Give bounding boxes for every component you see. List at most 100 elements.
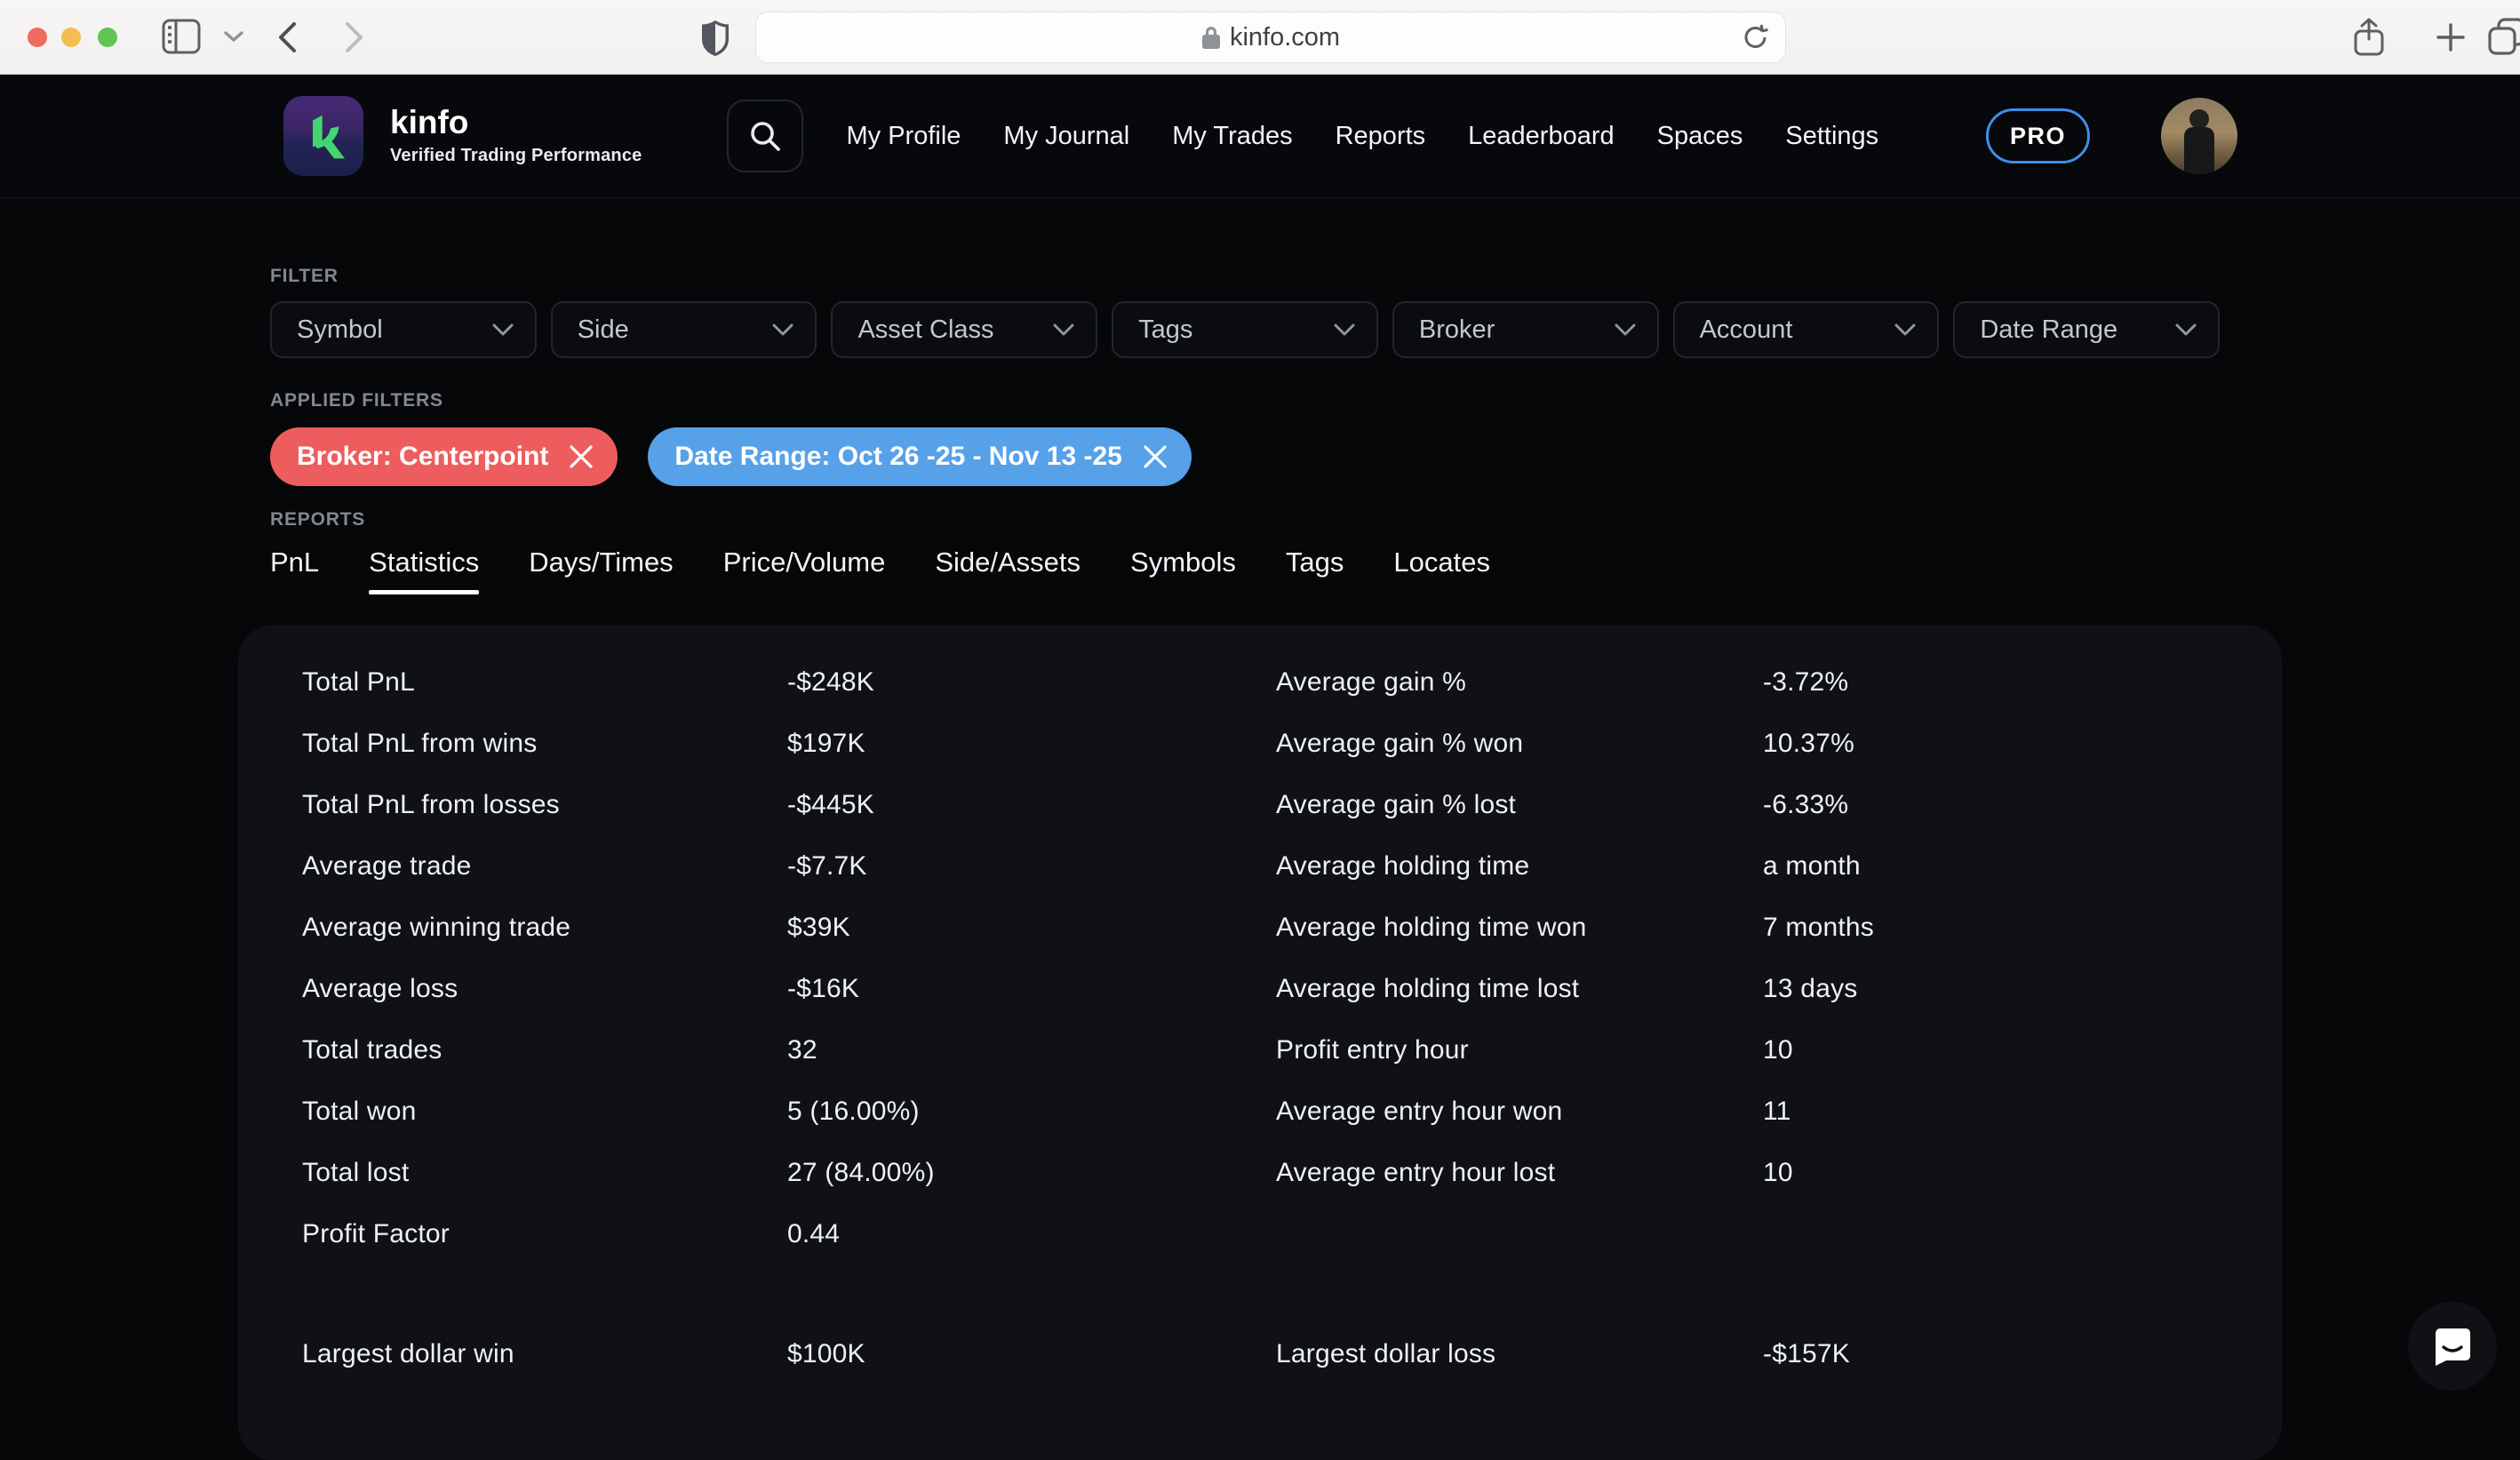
privacy-shield-icon[interactable] bbox=[700, 20, 730, 57]
filter-dropdown-asset-class[interactable]: Asset Class bbox=[831, 301, 1097, 358]
tab-overview-icon[interactable] bbox=[2488, 18, 2520, 57]
stat-value: $39K bbox=[787, 913, 1276, 943]
stat-value: 10 bbox=[1763, 1158, 2229, 1188]
tab-active-underline bbox=[1130, 590, 1236, 594]
applied-filter-chip[interactable]: Date Range: Oct 26 -25 - Nov 13 -25 bbox=[648, 427, 1192, 486]
chevron-down-icon bbox=[1615, 323, 1636, 337]
dropdown-label: Tags bbox=[1138, 315, 1192, 345]
stat-value: 5 (16.00%) bbox=[787, 1097, 1276, 1127]
back-button-icon[interactable] bbox=[277, 21, 297, 53]
filter-dropdown-date-range[interactable]: Date Range bbox=[1953, 301, 2220, 358]
stat-label: Average holding time lost bbox=[1276, 974, 1763, 1004]
stat-row: Average loss-$16KAverage holding time lo… bbox=[302, 958, 2229, 1019]
sidebar-toggle-icon[interactable] bbox=[162, 19, 201, 54]
sidebar-chevron-down-icon[interactable] bbox=[224, 30, 243, 43]
window-close-button[interactable] bbox=[28, 28, 47, 47]
remove-filter-icon[interactable] bbox=[568, 443, 594, 470]
chevron-down-icon bbox=[1894, 323, 1916, 337]
filter-dropdown-account[interactable]: Account bbox=[1673, 301, 1940, 358]
stat-value: 13 days bbox=[1763, 974, 2229, 1004]
tab-active-underline bbox=[723, 590, 886, 594]
stat-label: Average loss bbox=[302, 974, 787, 1004]
stat-label: Average trade bbox=[302, 851, 787, 882]
nav-item-settings[interactable]: Settings bbox=[1785, 122, 1878, 151]
stat-label: Largest dollar win bbox=[302, 1339, 787, 1369]
dropdown-label: Broker bbox=[1419, 315, 1495, 345]
stat-bottom-rows: Largest dollar win$100KLargest dollar lo… bbox=[302, 1323, 2229, 1384]
filter-section-label: FILTER bbox=[270, 198, 2220, 287]
tab-label: Side/Assets bbox=[935, 547, 1081, 578]
new-tab-icon[interactable] bbox=[2436, 23, 2465, 52]
ssl-lock-icon bbox=[1201, 25, 1221, 50]
brand-name: kinfo bbox=[390, 106, 642, 140]
nav-item-leaderboard[interactable]: Leaderboard bbox=[1468, 122, 1614, 151]
dropdown-label: Date Range bbox=[1980, 315, 2117, 345]
chat-launcher-button[interactable] bbox=[2408, 1302, 2497, 1391]
stat-value: -$248K bbox=[787, 667, 1276, 698]
tab-tags[interactable]: Tags bbox=[1286, 547, 1344, 594]
window-zoom-button[interactable] bbox=[98, 28, 117, 47]
nav-item-my-trades[interactable]: My Trades bbox=[1172, 122, 1292, 151]
stat-row: Largest dollar win$100KLargest dollar lo… bbox=[302, 1323, 2229, 1384]
filter-dropdown-broker[interactable]: Broker bbox=[1392, 301, 1659, 358]
stat-value: 27 (84.00%) bbox=[787, 1158, 1276, 1188]
dropdown-label: Side bbox=[578, 315, 629, 345]
nav-item-my-journal[interactable]: My Journal bbox=[1003, 122, 1129, 151]
stat-value: a month bbox=[1763, 851, 2229, 882]
filter-dropdown-tags[interactable]: Tags bbox=[1112, 301, 1378, 358]
page-content: FILTER Symbol Side Asset Class Tags Broker Ac… bbox=[0, 198, 2520, 1460]
stat-row: Total PnL-$248KAverage gain %-3.72% bbox=[302, 651, 2229, 713]
stat-row: Total PnL from losses-$445KAverage gain … bbox=[302, 774, 2229, 835]
user-avatar[interactable] bbox=[2161, 98, 2237, 174]
stat-label: Total PnL from wins bbox=[302, 729, 787, 759]
dropdown-label: Symbol bbox=[297, 315, 383, 345]
applied-filter-chip[interactable]: Broker: Centerpoint bbox=[270, 427, 618, 486]
tab-pnl[interactable]: PnL bbox=[270, 547, 319, 594]
stat-label: Average gain % lost bbox=[1276, 790, 1763, 820]
brand-text[interactable]: kinfo Verified Trading Performance bbox=[390, 106, 642, 167]
tab-locates[interactable]: Locates bbox=[1393, 547, 1490, 594]
chevron-down-icon bbox=[772, 323, 793, 337]
stat-value: -$7.7K bbox=[787, 851, 1276, 882]
stat-row: Average winning trade$39KAverage holding… bbox=[302, 897, 2229, 958]
stat-label: Total won bbox=[302, 1097, 787, 1127]
pro-badge[interactable]: PRO bbox=[1986, 108, 2090, 164]
tab-price-volume[interactable]: Price/Volume bbox=[723, 547, 886, 594]
statistics-card: Total PnL-$248KAverage gain %-3.72%Total… bbox=[238, 625, 2282, 1460]
stat-label: Total trades bbox=[302, 1035, 787, 1065]
stat-section-gap bbox=[302, 1265, 2229, 1323]
stat-value: 32 bbox=[787, 1035, 1276, 1065]
browser-toolbar: kinfo.com bbox=[0, 0, 2520, 75]
chip-label: Date Range: Oct 26 -25 - Nov 13 -25 bbox=[674, 442, 1122, 472]
tab-days-times[interactable]: Days/Times bbox=[529, 547, 673, 594]
stat-label: Profit Factor bbox=[302, 1219, 787, 1249]
remove-filter-icon[interactable] bbox=[1142, 443, 1168, 470]
kinfo-logo[interactable] bbox=[283, 96, 363, 176]
nav-item-spaces[interactable]: Spaces bbox=[1657, 122, 1743, 151]
filter-dropdown-side[interactable]: Side bbox=[551, 301, 817, 358]
stat-value: -6.33% bbox=[1763, 790, 2229, 820]
stat-row: Total trades32Profit entry hour10 bbox=[302, 1019, 2229, 1081]
stat-value: 10 bbox=[1763, 1035, 2229, 1065]
chip-label: Broker: Centerpoint bbox=[297, 442, 548, 472]
stat-row: Total PnL from wins$197KAverage gain % w… bbox=[302, 713, 2229, 774]
window-minimize-button[interactable] bbox=[61, 28, 81, 47]
nav-item-my-profile[interactable]: My Profile bbox=[846, 122, 961, 151]
stat-label: Largest dollar loss bbox=[1276, 1339, 1763, 1369]
address-bar[interactable]: kinfo.com bbox=[755, 12, 1786, 63]
tab-label: Days/Times bbox=[529, 547, 673, 578]
tab-side-assets[interactable]: Side/Assets bbox=[935, 547, 1081, 594]
filter-dropdown-symbol[interactable]: Symbol bbox=[270, 301, 537, 358]
tab-label: Locates bbox=[1393, 547, 1490, 578]
tab-symbols[interactable]: Symbols bbox=[1130, 547, 1236, 594]
stat-value: -$445K bbox=[787, 790, 1276, 820]
reload-icon[interactable] bbox=[1742, 23, 1769, 52]
tab-statistics[interactable]: Statistics bbox=[369, 547, 479, 594]
stat-label: Average gain % bbox=[1276, 667, 1763, 698]
nav-item-reports[interactable]: Reports bbox=[1336, 122, 1426, 151]
share-icon[interactable] bbox=[2353, 18, 2385, 57]
search-button[interactable] bbox=[727, 100, 803, 172]
tab-label: Price/Volume bbox=[723, 547, 886, 578]
forward-button-icon[interactable] bbox=[345, 21, 364, 53]
stat-label: Average entry hour lost bbox=[1276, 1158, 1763, 1188]
